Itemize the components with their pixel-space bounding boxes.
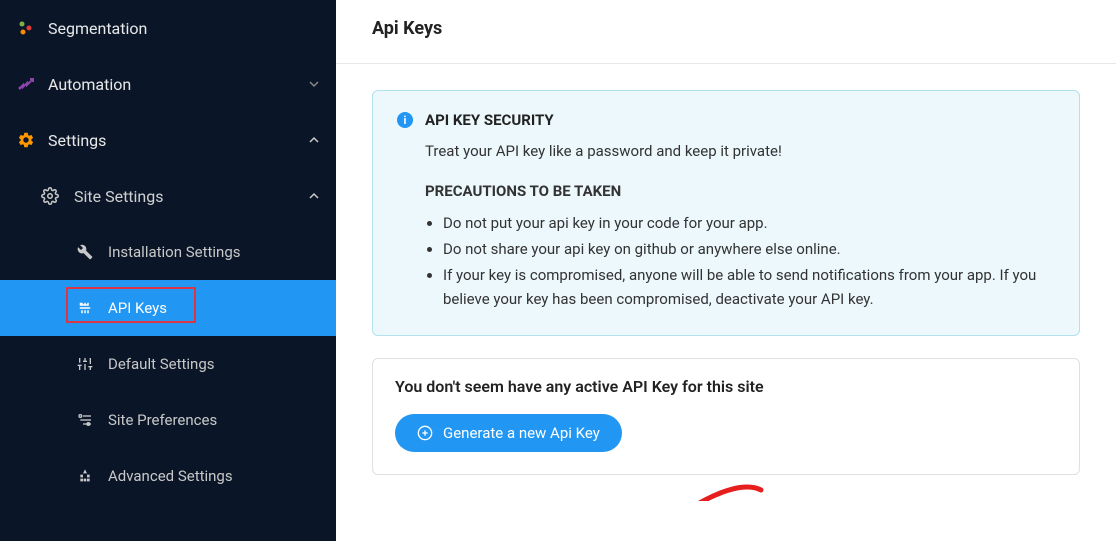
generate-api-key-button[interactable]: Generate a new Api Key <box>395 414 622 452</box>
sidebar-item-site-preferences[interactable]: Site Preferences <box>0 392 336 448</box>
nav-label: API Keys <box>108 299 167 317</box>
sidebar-item-advanced-settings[interactable]: Advanced Settings <box>0 448 336 504</box>
page-title: Api Keys <box>372 18 1080 39</box>
nav-label: Automation <box>48 75 308 94</box>
sidebar-item-default-settings[interactable]: Default Settings <box>0 336 336 392</box>
nav-label: Advanced Settings <box>108 467 233 485</box>
automation-icon <box>16 74 36 94</box>
sidebar-item-settings[interactable]: Settings <box>0 112 336 168</box>
arrow-annotation <box>626 472 776 501</box>
no-key-message: You don't seem have any active API Key f… <box>395 377 1057 396</box>
info-box-security: i API KEY SECURITY Treat your API key li… <box>372 90 1080 336</box>
nav-label: Site Preferences <box>108 411 217 429</box>
chevron-up-icon <box>308 190 320 202</box>
chevron-up-icon <box>308 134 320 146</box>
plus-circle-icon <box>417 425 433 441</box>
info-icon: i <box>397 112 413 128</box>
sidebar-item-automation[interactable]: Automation <box>0 56 336 112</box>
sidebar-item-installation-settings[interactable]: Installation Settings <box>0 224 336 280</box>
sidebar-item-site-settings[interactable]: Site Settings <box>0 168 336 224</box>
nav-label: Default Settings <box>108 355 215 373</box>
info-list: Do not put your api key in your code for… <box>425 211 1055 311</box>
nav-label: Site Settings <box>74 187 308 206</box>
sidebar-item-segmentation[interactable]: Segmentation <box>0 0 336 56</box>
info-list-item: If your key is compromised, anyone will … <box>443 263 1055 311</box>
info-desc: Treat your API key like a password and k… <box>425 139 1055 163</box>
info-list-item: Do not put your api key in your code for… <box>443 211 1055 235</box>
api-key-card: You don't seem have any active API Key f… <box>372 358 1080 475</box>
info-list-item: Do not share your api key on github or a… <box>443 237 1055 261</box>
nav-label: Settings <box>48 131 308 150</box>
content-area: i API KEY SECURITY Treat your API key li… <box>336 64 1116 501</box>
preferences-icon <box>76 411 94 429</box>
info-title: API KEY SECURITY <box>425 111 554 129</box>
info-subtitle: PRECAUTIONS TO BE TAKEN <box>425 179 1055 203</box>
nav-label: Segmentation <box>48 19 320 38</box>
gear-icon <box>16 130 36 150</box>
api-keys-icon <box>76 299 94 317</box>
button-label: Generate a new Api Key <box>443 424 600 442</box>
sidebar-item-api-keys[interactable]: API Keys <box>0 280 336 336</box>
gear-icon <box>40 186 60 206</box>
nav-label: Installation Settings <box>108 243 241 261</box>
chevron-down-icon <box>308 78 320 90</box>
sliders-icon <box>76 355 94 373</box>
segmentation-icon <box>16 18 36 38</box>
main-content: Api Keys i API KEY SECURITY Treat your A… <box>336 0 1116 541</box>
page-header: Api Keys <box>336 0 1116 64</box>
tools-icon <box>76 243 94 261</box>
sidebar: Segmentation Automation Settings Site Se… <box>0 0 336 541</box>
advanced-icon <box>76 467 94 485</box>
